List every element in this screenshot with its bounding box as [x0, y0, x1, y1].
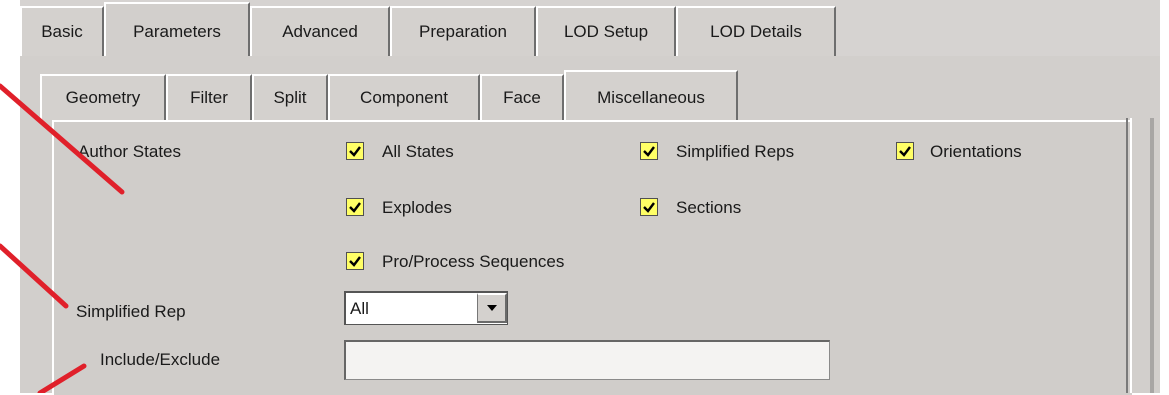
author-states-label: Author States — [78, 142, 182, 161]
tab-label: Preparation — [419, 22, 507, 41]
sections-label: Sections — [676, 198, 742, 217]
tab-label: Miscellaneous — [597, 88, 705, 107]
checkmark-icon — [899, 146, 911, 157]
tab-label: LOD Details — [710, 22, 802, 41]
include-exclude-label: Include/Exclude — [100, 350, 221, 369]
explodes-checkbox[interactable] — [346, 198, 364, 216]
all-states-label: All States — [382, 142, 454, 161]
tab-label: Component — [360, 88, 448, 107]
panel-edge — [1150, 118, 1154, 393]
simplified-rep-label: Simplified Rep — [76, 302, 186, 321]
checkmark-icon — [643, 146, 655, 157]
tab-label: Parameters — [133, 22, 221, 41]
orientations-label: Orientations — [930, 142, 1022, 161]
tab-basic[interactable]: Basic — [20, 6, 104, 56]
tab-label: Filter — [190, 88, 228, 107]
dialog-window: Basic Parameters Advanced Preparation LO… — [0, 0, 1169, 395]
checkmark-icon — [643, 202, 655, 213]
tab-lod-details[interactable]: LOD Details — [676, 6, 836, 56]
simplified-rep-dropdown[interactable]: All — [344, 291, 508, 325]
simplified-rep-value: All — [350, 299, 369, 318]
all-states-checkbox[interactable] — [346, 142, 364, 160]
tab-split[interactable]: Split — [252, 74, 328, 120]
dropdown-button[interactable] — [477, 293, 507, 323]
chevron-down-icon — [486, 305, 497, 311]
tab-label: Basic — [41, 22, 83, 41]
tab-label: Advanced — [282, 22, 358, 41]
tab-preparation[interactable]: Preparation — [390, 6, 536, 56]
tab-geometry[interactable]: Geometry — [40, 74, 166, 120]
sections-checkbox[interactable] — [640, 198, 658, 216]
simplified-reps-checkbox[interactable] — [640, 142, 658, 160]
tab-parameters[interactable]: Parameters — [104, 2, 250, 60]
checkmark-icon — [349, 146, 361, 157]
tab-label: Geometry — [65, 88, 141, 107]
tab-label: Face — [503, 88, 541, 107]
orientations-checkbox[interactable] — [896, 142, 914, 160]
tab-filter[interactable]: Filter — [166, 74, 252, 120]
tab-component[interactable]: Component — [328, 74, 480, 120]
panel-divider — [1126, 118, 1128, 393]
tab-lod-setup[interactable]: LOD Setup — [536, 6, 676, 56]
tab-advanced[interactable]: Advanced — [250, 6, 390, 56]
pro-process-sequences-checkbox[interactable] — [346, 252, 364, 270]
pro-process-sequences-label: Pro/Process Sequences — [382, 252, 565, 271]
include-exclude-field[interactable] — [344, 340, 830, 380]
explodes-label: Explodes — [382, 198, 452, 217]
tab-face[interactable]: Face — [480, 74, 564, 120]
checkmark-icon — [349, 256, 361, 267]
tab-label: Split — [273, 88, 307, 107]
panel-divider-highlight — [1130, 118, 1132, 393]
checkmark-icon — [349, 202, 361, 213]
tab-label: LOD Setup — [563, 22, 649, 41]
tab-miscellaneous[interactable]: Miscellaneous — [564, 70, 738, 124]
simplified-reps-label: Simplified Reps — [676, 142, 795, 161]
